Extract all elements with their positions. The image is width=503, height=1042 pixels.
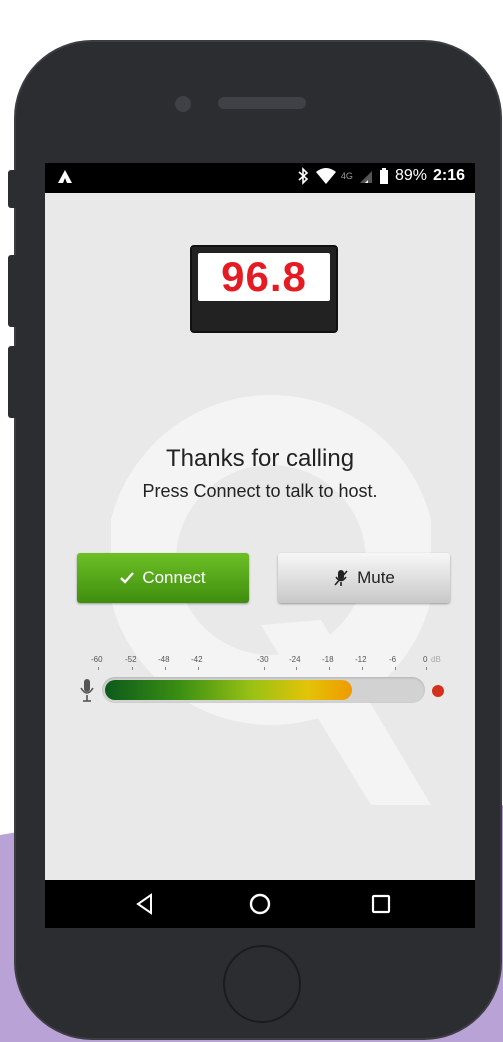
phone-screen: 4G 89% 2:16 96.8 Thanks for calling Pres… bbox=[45, 163, 475, 928]
phone-volume-up bbox=[8, 255, 16, 327]
home-icon[interactable] bbox=[248, 892, 272, 916]
mute-button-label: Mute bbox=[357, 568, 395, 587]
scale-tick bbox=[362, 667, 363, 670]
scale-tick bbox=[329, 667, 330, 670]
status-bar: 4G 89% 2:16 bbox=[45, 163, 475, 193]
scale-label: -48 bbox=[158, 655, 170, 664]
phone-volume-down bbox=[8, 346, 16, 418]
frequency-panel: 96.8 bbox=[198, 253, 330, 301]
scale-label: -6 bbox=[389, 655, 397, 664]
network-type-label: 4G bbox=[340, 171, 353, 181]
microphone-icon bbox=[80, 679, 94, 702]
scale-label: -18 bbox=[322, 655, 334, 664]
wifi-icon bbox=[315, 168, 336, 184]
connect-button-label: Connect bbox=[142, 568, 206, 587]
back-icon[interactable] bbox=[133, 892, 157, 916]
scale-tick bbox=[132, 667, 133, 670]
station-frequency-display: 96.8 bbox=[190, 245, 338, 333]
scale-label: -12 bbox=[355, 655, 367, 664]
android-navigation-bar bbox=[45, 880, 475, 928]
checkmark-icon bbox=[120, 572, 135, 584]
scale-label: -30 bbox=[257, 655, 269, 664]
meter-scale: -60 -52 -48 -42 -30 -24 -18 -12 -6 0 dB bbox=[45, 655, 475, 671]
station-frequency: 96.8 bbox=[221, 253, 307, 300]
scale-label: 0 bbox=[423, 655, 428, 664]
recents-icon[interactable] bbox=[369, 892, 393, 916]
phone-home-button[interactable] bbox=[223, 945, 301, 1023]
app-notification-icon bbox=[58, 170, 72, 183]
scale-label: -52 bbox=[125, 655, 137, 664]
scale-unit: dB bbox=[431, 655, 441, 664]
scale-label: -42 bbox=[191, 655, 203, 664]
scale-tick bbox=[198, 667, 199, 670]
mute-button[interactable]: Mute bbox=[278, 553, 450, 603]
call-subtitle: Press Connect to talk to host. bbox=[142, 481, 378, 501]
scale-tick bbox=[98, 667, 99, 670]
audio-level-meter bbox=[102, 677, 425, 703]
scale-label: -60 bbox=[91, 655, 103, 664]
scale-tick bbox=[426, 667, 427, 670]
phone-side-button bbox=[8, 170, 16, 208]
connect-button[interactable]: Connect bbox=[77, 553, 249, 603]
front-camera bbox=[175, 96, 191, 112]
scale-label: -24 bbox=[289, 655, 301, 664]
signal-icon bbox=[359, 171, 372, 183]
audio-level-fill bbox=[105, 680, 352, 700]
scale-tick bbox=[165, 667, 166, 670]
earpiece-speaker bbox=[218, 97, 306, 109]
call-title: Thanks for calling bbox=[165, 445, 355, 472]
mic-muted-icon bbox=[333, 569, 349, 587]
bluetooth-icon bbox=[298, 167, 309, 185]
clip-indicator bbox=[432, 685, 444, 697]
scale-tick bbox=[395, 667, 396, 670]
clock: 2:16 bbox=[432, 167, 465, 184]
battery-percent: 89% bbox=[394, 167, 427, 184]
battery-icon bbox=[379, 168, 388, 184]
scale-tick bbox=[296, 667, 297, 670]
scale-tick bbox=[264, 667, 265, 670]
